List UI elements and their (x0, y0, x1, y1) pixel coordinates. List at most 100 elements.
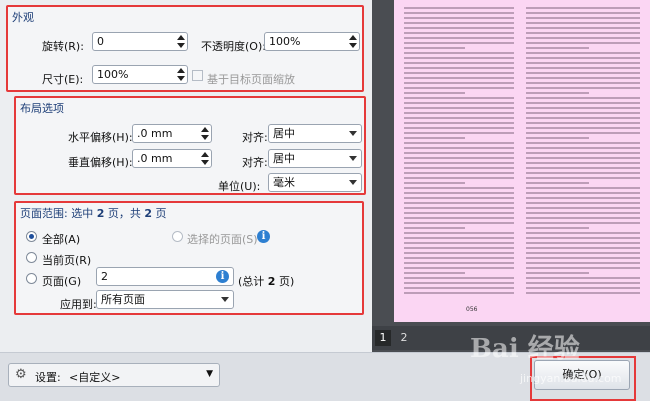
page-preview: 056 1 2 (372, 0, 650, 352)
text-line (526, 117, 640, 119)
apply-to-select[interactable]: 所有页面 (96, 290, 234, 309)
text-line (526, 152, 640, 154)
text-line (526, 37, 640, 39)
text-line (404, 267, 514, 269)
text-line (526, 207, 640, 209)
text-line (404, 227, 465, 229)
text-line (526, 282, 640, 284)
all-pages-radio[interactable] (26, 231, 37, 242)
text-line (526, 42, 640, 44)
selected-pages-radio[interactable] (172, 231, 183, 242)
h-align-value: 居中 (273, 127, 295, 140)
text-line (404, 182, 465, 184)
text-line (526, 157, 640, 159)
text-line (526, 212, 640, 214)
text-line (404, 237, 514, 239)
unit-select[interactable]: 毫米 (268, 173, 362, 192)
h-offset-value: .0 mm (137, 127, 173, 140)
h-offset-input[interactable]: .0 mm (132, 124, 212, 143)
size-input[interactable]: 100% (92, 65, 188, 84)
text-line (404, 37, 514, 39)
rotate-spinner-icon[interactable] (177, 34, 185, 49)
text-line (404, 247, 514, 249)
text-line (526, 217, 640, 219)
pages-input[interactable]: 2 (96, 267, 234, 286)
settings-select[interactable]: ⚙ 设置: <自定义> ▼ (8, 363, 220, 387)
text-line (404, 272, 465, 274)
text-line (526, 7, 640, 9)
text-line (526, 97, 640, 99)
layout-options-group: 布局选项 水平偏移(H): .0 mm 对齐: 居中 垂直偏移(H): .0 m… (14, 96, 366, 195)
opacity-input[interactable]: 100% (264, 32, 360, 51)
text-line (526, 202, 640, 204)
text-line (404, 212, 514, 214)
text-line (526, 257, 640, 259)
pages-radio[interactable] (26, 273, 37, 284)
h-offset-label: 水平偏移(H): (68, 131, 133, 144)
text-line (404, 57, 514, 59)
current-page-radio[interactable] (26, 252, 37, 263)
info-icon[interactable]: i (257, 230, 270, 243)
text-line (526, 222, 640, 224)
appearance-group: 外观 旋转(R): 0 不透明度(O): 100% 尺寸(E): 100% 基于… (6, 5, 364, 92)
text-line (404, 92, 465, 94)
text-line (526, 122, 640, 124)
text-line (404, 242, 514, 244)
relative-scale-label: 基于目标页面缩放 (207, 73, 295, 86)
size-spinner-icon[interactable] (177, 67, 185, 82)
apply-to-value: 所有页面 (101, 293, 145, 306)
text-line (526, 12, 640, 14)
text-line (526, 262, 640, 264)
text-line (526, 17, 640, 19)
preview-page: 056 (394, 0, 650, 322)
text-line (404, 277, 514, 279)
opacity-spinner-icon[interactable] (349, 34, 357, 49)
text-line (526, 287, 640, 289)
rotate-input[interactable]: 0 (92, 32, 188, 51)
info-icon[interactable]: i (216, 270, 229, 283)
text-line (404, 152, 514, 154)
text-line (526, 27, 640, 29)
v-offset-input[interactable]: .0 mm (132, 149, 212, 168)
text-line (404, 22, 514, 24)
v-align-value: 居中 (273, 152, 295, 165)
unit-value: 毫米 (273, 176, 295, 189)
gear-icon: ⚙ (15, 367, 27, 382)
text-line (526, 172, 640, 174)
v-align-select[interactable]: 居中 (268, 149, 362, 168)
text-line (404, 117, 514, 119)
h-align-select[interactable]: 居中 (268, 124, 362, 143)
settings-label: 设置: (35, 371, 61, 384)
text-line (526, 177, 640, 179)
text-line (526, 182, 589, 184)
page-range-title: 页面范围: 选中 2 页，共 2 页 (20, 207, 167, 220)
text-line (404, 77, 514, 79)
current-page-label: 当前页(R) (42, 254, 92, 267)
text-line (526, 242, 640, 244)
text-line (404, 97, 514, 99)
text-column-right (526, 4, 640, 297)
v-align-label: 对齐: (242, 156, 268, 169)
text-line (526, 87, 640, 89)
text-line (526, 162, 640, 164)
rotate-label: 旋转(R): (42, 40, 84, 53)
h-offset-spinner-icon[interactable] (201, 126, 209, 141)
text-line (404, 42, 514, 44)
watermark-logo: Bai 经验 (470, 334, 580, 364)
text-line (526, 192, 640, 194)
text-line (404, 62, 514, 64)
relative-scale-checkbox[interactable] (192, 70, 203, 81)
text-line (404, 72, 514, 74)
page-thumb-1[interactable]: 1 (375, 330, 391, 346)
text-line (526, 292, 640, 294)
text-column-left (404, 4, 514, 297)
text-line (526, 127, 640, 129)
chevron-down-icon (221, 297, 229, 302)
v-offset-spinner-icon[interactable] (201, 151, 209, 166)
text-line (526, 67, 640, 69)
text-line (404, 162, 514, 164)
page-thumb-2[interactable]: 2 (396, 330, 412, 346)
text-line (526, 232, 640, 234)
rotate-value: 0 (97, 35, 104, 48)
text-line (404, 207, 514, 209)
